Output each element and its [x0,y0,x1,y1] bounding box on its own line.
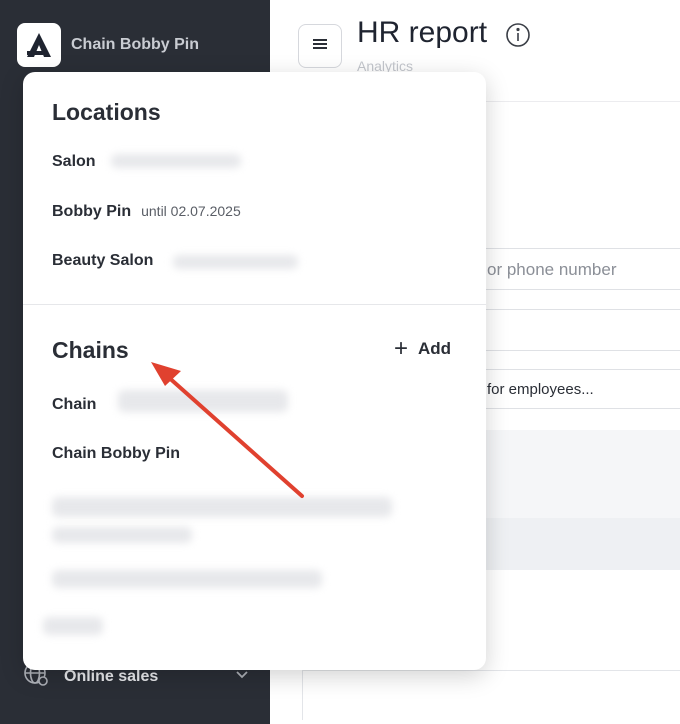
redacted-text [52,497,392,517]
chain-item[interactable]: Chain Bobby Pin [52,445,180,463]
menu-button[interactable] [298,24,342,68]
redacted-text [111,154,241,168]
filter-field[interactable] [485,309,680,351]
redacted-text [52,527,192,543]
location-item[interactable]: Bobby Pin until 02.07.2025 [52,203,241,221]
redacted-text [52,570,322,588]
table-row [485,518,680,570]
employees-placeholder: for employees... [487,381,594,398]
sidebar-item-label: Online sales [64,667,159,685]
add-label: Add [418,339,452,358]
menu-icon [311,36,329,57]
redacted-text [173,255,298,269]
location-item[interactable]: Salon [52,153,96,171]
location-switcher-popup: Locations Salon Bobby Pin until 02.07.20… [23,72,486,670]
chains-title: Chains [52,337,129,363]
add-chain-button[interactable]: + Add [394,337,451,361]
brand-name: Chain Bobby Pin [71,36,199,53]
locations-title: Locations [52,99,161,125]
app-logo-icon [17,23,61,67]
redacted-text [118,390,288,412]
search-placeholder: or phone number [487,260,617,279]
location-name: Bobby Pin [52,203,132,220]
redacted-text [43,617,103,635]
page-title: HR report [357,16,488,49]
location-name: Salon [52,153,96,170]
table-header-area [485,430,680,518]
location-name: Beauty Salon [52,252,154,269]
chain-name: Chain Bobby Pin [52,445,180,462]
plus-icon: + [394,335,409,362]
chain-name: Chain [52,396,97,413]
section-divider [23,304,486,305]
info-icon[interactable] [505,22,531,53]
location-note: until 02.07.2025 [141,203,241,219]
bottom-panel [302,670,680,720]
chain-item[interactable]: Chain [52,396,96,414]
location-item[interactable]: Beauty Salon [52,252,153,270]
brand[interactable]: Chain Bobby Pin [17,23,199,67]
